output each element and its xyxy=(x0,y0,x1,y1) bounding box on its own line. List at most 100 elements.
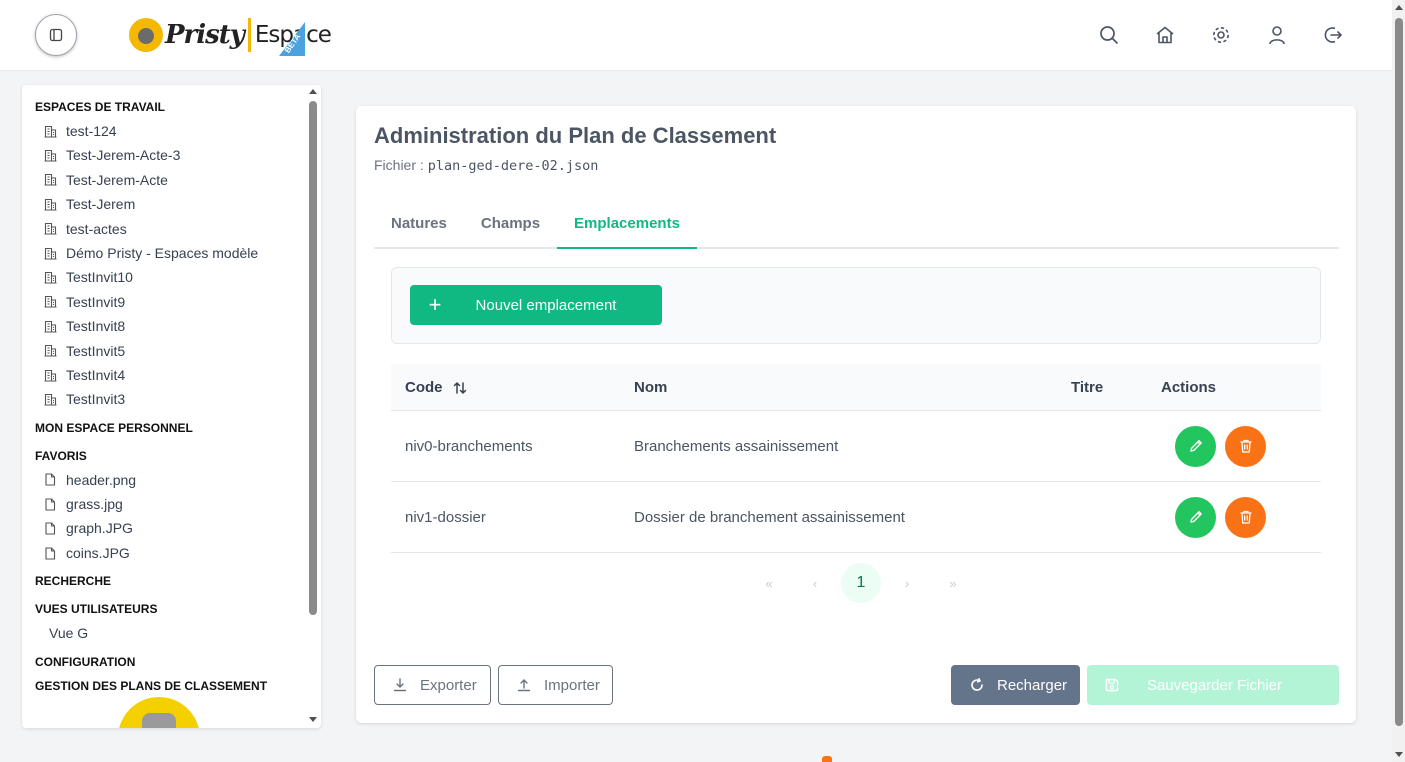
workspace-icon xyxy=(43,392,57,406)
scroll-up-icon[interactable] xyxy=(1395,5,1403,10)
top-bar: Pristy Espace BETA xyxy=(0,0,1392,71)
user-view-item[interactable]: Vue G xyxy=(35,621,305,645)
save-file-label: Sauvegarder Fichier xyxy=(1146,676,1283,694)
favorite-item[interactable]: graph.JPG xyxy=(35,516,305,540)
workspace-item[interactable]: test-124 xyxy=(35,119,305,143)
app-logo[interactable]: Pristy Espace BETA xyxy=(129,12,332,58)
cell-code: niv0-branchements xyxy=(405,437,533,455)
workspace-item[interactable]: Démo Pristy - Espaces modèle xyxy=(35,241,305,265)
first-page-icon[interactable]: « xyxy=(746,563,792,603)
page-title: Administration du Plan de Classement xyxy=(374,123,777,148)
favorite-item[interactable]: grass.jpg xyxy=(35,492,305,516)
settings-icon[interactable] xyxy=(1210,24,1231,45)
workspace-item[interactable]: test-actes xyxy=(35,217,305,241)
table-header: Code Nom Titre Actions xyxy=(391,364,1321,411)
new-location-label: Nouvel emplacement xyxy=(475,296,617,314)
tab-champs[interactable]: Champs xyxy=(464,204,557,249)
previous-page-icon[interactable]: ‹ xyxy=(792,563,838,603)
favorite-item-label: grass.jpg xyxy=(66,496,123,513)
table-row: niv0-branchements Branchements assainisse… xyxy=(391,411,1321,482)
delete-button[interactable] xyxy=(1225,496,1266,538)
edit-button[interactable] xyxy=(1175,496,1216,538)
workspace-item-label: TestInvit9 xyxy=(66,293,126,310)
user-icon[interactable] xyxy=(1266,24,1287,45)
workspace-item-label: TestInvit8 xyxy=(66,318,126,335)
page-button-current[interactable]: 1 xyxy=(841,563,881,603)
workspace-icon xyxy=(43,173,57,187)
workspace-icon xyxy=(43,149,57,163)
classification-plans-heading[interactable]: GESTION DES PLANS DE CLASSEMENT xyxy=(35,674,305,698)
workspace-icon xyxy=(43,368,57,382)
workspace-item-label: Test-Jerem xyxy=(66,196,136,213)
last-page-icon[interactable]: » xyxy=(930,563,976,603)
favorite-item[interactable]: header.png xyxy=(35,468,305,492)
workspace-item[interactable]: TestInvit4 xyxy=(35,363,305,387)
workspace-icon xyxy=(43,319,57,333)
personal-space-heading[interactable]: MON ESPACE PERSONNEL xyxy=(35,416,305,440)
home-icon[interactable] xyxy=(1154,24,1175,45)
sidebar-scroll-down-icon[interactable] xyxy=(309,717,317,722)
cell-nom: Dossier de branchement assainissement xyxy=(634,508,905,526)
workspace-item[interactable]: TestInvit5 xyxy=(35,339,305,363)
workspace-item[interactable]: Test-Jerem-Acte-3 xyxy=(35,143,305,167)
workspace-item[interactable]: Test-Jerem-Acte xyxy=(35,168,305,192)
next-page-icon[interactable]: › xyxy=(884,563,930,603)
workspace-item-label: TestInvit5 xyxy=(66,342,126,359)
workspace-item-label: test-124 xyxy=(66,123,117,139)
workspace-item[interactable]: Test-Jerem xyxy=(35,192,305,216)
user-view-item-label: Vue G xyxy=(49,625,89,642)
search-icon[interactable] xyxy=(1098,24,1119,45)
workspace-item[interactable]: TestInvit8 xyxy=(35,314,305,338)
plus-icon: + xyxy=(428,292,442,317)
tab-emplacements[interactable]: Emplacements xyxy=(557,204,697,249)
export-button[interactable]: Exporter xyxy=(374,665,491,705)
edit-button[interactable] xyxy=(1175,425,1216,467)
new-location-button[interactable]: + Nouvel emplacement xyxy=(410,285,662,325)
scroll-down-icon[interactable] xyxy=(1395,752,1403,757)
window-scrollbar[interactable] xyxy=(1392,0,1405,762)
sidebar-toggle-button[interactable] xyxy=(35,14,77,56)
cell-nom: Branchements assainissement xyxy=(634,437,839,455)
file-icon xyxy=(43,522,57,536)
tab-natures[interactable]: Natures xyxy=(374,204,464,249)
pencil-icon xyxy=(1188,438,1204,454)
sidebar-scrollbar[interactable] xyxy=(308,85,318,728)
workspace-item[interactable]: TestInvit3 xyxy=(35,387,305,411)
locations-table: Code Nom Titre Actions niv0-branchements… xyxy=(391,364,1321,553)
workspace-item[interactable]: TestInvit10 xyxy=(35,265,305,289)
logo-divider xyxy=(247,18,251,52)
trash-icon xyxy=(1238,509,1254,525)
sidebar-scroll-up-icon[interactable] xyxy=(309,89,317,94)
logo-word: Pristy xyxy=(165,20,245,50)
workspace-item-label: TestInvit10 xyxy=(66,269,133,286)
import-button[interactable]: Importer xyxy=(498,665,613,705)
file-icon xyxy=(43,473,57,487)
mascot-avatar xyxy=(118,697,200,728)
sort-icon[interactable] xyxy=(453,381,467,395)
pencil-icon xyxy=(1188,509,1204,525)
scrollbar-thumb[interactable] xyxy=(1395,18,1403,726)
workspace-icon xyxy=(43,271,57,285)
pagination: « ‹ 1 › » xyxy=(746,563,976,603)
favorite-item[interactable]: coins.JPG xyxy=(35,541,305,565)
favorites-heading[interactable]: FAVORIS xyxy=(35,444,305,468)
file-icon xyxy=(43,546,57,560)
file-name: plan-ged-dere-02.json xyxy=(427,158,599,174)
workspace-item-label: TestInvit4 xyxy=(66,366,126,383)
logout-icon[interactable] xyxy=(1322,24,1343,45)
configuration-heading[interactable]: CONFIGURATION xyxy=(35,650,305,674)
reload-button[interactable]: Recharger xyxy=(951,665,1080,705)
user-views-heading[interactable]: VUES UTILISATEURS xyxy=(35,597,305,621)
save-file-button[interactable]: Sauvegarder Fichier xyxy=(1087,665,1339,705)
column-header-titre: Titre xyxy=(1071,378,1104,396)
column-header-nom: Nom xyxy=(634,378,668,396)
sidebar-scrollbar-thumb[interactable] xyxy=(309,101,317,615)
workspace-icon xyxy=(43,124,57,138)
search-heading[interactable]: RECHERCHE xyxy=(35,569,305,593)
delete-button[interactable] xyxy=(1225,425,1266,467)
workspace-icon xyxy=(43,344,57,358)
workspaces-heading[interactable]: ESPACES DE TRAVAIL xyxy=(35,95,305,119)
workspace-item[interactable]: TestInvit9 xyxy=(35,290,305,314)
refresh-icon xyxy=(969,677,985,693)
column-header-code[interactable]: Code xyxy=(391,379,620,396)
